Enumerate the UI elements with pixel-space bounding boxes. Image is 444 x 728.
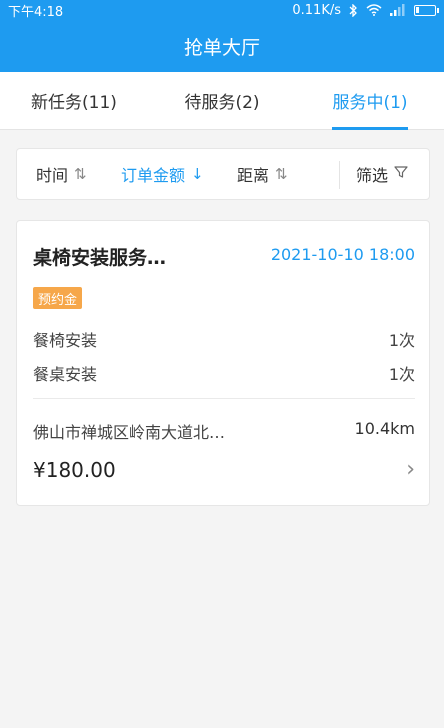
service-item-name: 餐桌安装 — [33, 365, 98, 384]
bluetooth-icon — [349, 3, 358, 17]
service-item-count: 1次 — [388, 331, 415, 350]
order-datetime: 2021-10-10 18:00 — [270, 245, 415, 264]
card-divider — [33, 398, 415, 399]
tab-in-service[interactable]: 服务中(1) — [296, 72, 444, 130]
filter-icon — [394, 165, 408, 183]
service-item-count: 1次 — [388, 365, 415, 384]
status-bar: 下午4:18 0.11K/s — [0, 0, 444, 20]
order-distance: 10.4km — [354, 419, 415, 438]
service-item: 餐桌安装 1次 — [33, 361, 415, 385]
order-card[interactable]: 桌椅安装服务… 2021-10-10 18:00 预约金 餐椅安装 1次 餐桌安… — [16, 220, 430, 506]
sort-by-amount-button[interactable]: 订单金额 ↓ — [121, 162, 204, 186]
page-title: 抢单大厅 — [183, 36, 260, 59]
sort-by-time-button[interactable]: 时间 ⇅ — [36, 162, 87, 186]
sort-down-icon: ↓ — [191, 165, 204, 183]
signal-icon — [390, 4, 406, 16]
page-title-bar: 抢单大厅 — [0, 20, 444, 72]
wifi-icon — [366, 4, 382, 16]
filter-divider — [339, 161, 340, 189]
sort-updown-icon: ⇅ — [74, 165, 87, 183]
chevron-right-icon[interactable]: › — [406, 457, 415, 482]
status-icons: 0.11K/s — [292, 2, 439, 18]
deposit-badge: 预约金 — [33, 287, 83, 309]
address-row: 佛山市禅城区岭南大道北… 10.4km — [33, 419, 415, 443]
sort-amount-label: 订单金额 — [121, 166, 186, 185]
status-time: 下午4:18 — [8, 4, 64, 20]
tab-new-tasks[interactable]: 新任务(11) — [0, 72, 148, 130]
sort-by-distance-button[interactable]: 距离 ⇅ — [237, 162, 288, 186]
network-speed: 0.11K/s — [292, 2, 341, 18]
sort-updown-icon: ⇅ — [275, 165, 288, 183]
price-row: ¥180.00 › — [33, 457, 415, 482]
tab-pending-service[interactable]: 待服务(2) — [148, 72, 296, 130]
order-address: 佛山市禅城区岭南大道北… — [33, 423, 226, 442]
order-price: ¥180.00 — [33, 457, 116, 482]
order-tabs: 新任务(11) 待服务(2) 服务中(1) — [0, 72, 444, 130]
battery-icon — [414, 4, 439, 16]
service-item-name: 餐椅安装 — [33, 331, 98, 350]
sort-distance-label: 距离 — [237, 166, 270, 185]
sort-time-label: 时间 — [36, 166, 69, 185]
filter-bar: 时间 ⇅ 订单金额 ↓ 距离 ⇅ 筛选 — [16, 148, 430, 200]
filter-label: 筛选 — [356, 166, 389, 185]
filter-button[interactable]: 筛选 — [356, 162, 408, 186]
order-title: 桌椅安装服务… — [33, 247, 167, 269]
service-item: 餐椅安装 1次 — [33, 327, 415, 351]
